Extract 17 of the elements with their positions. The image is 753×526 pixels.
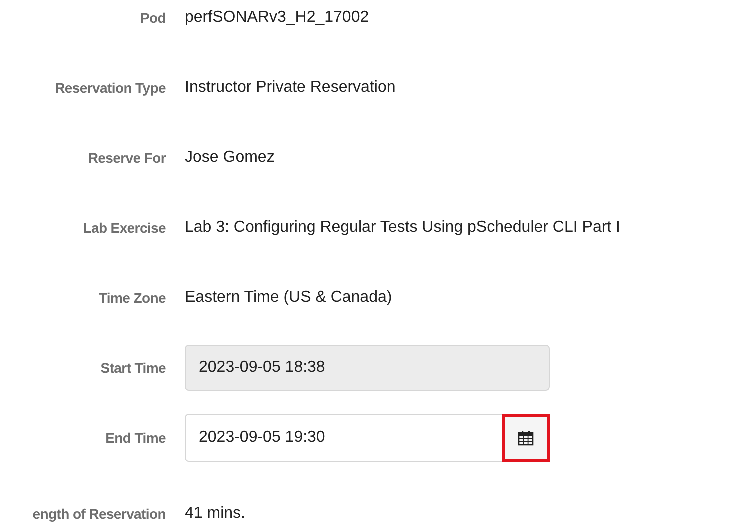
- field-label: Reservation Type: [55, 80, 166, 96]
- field-label: Start Time: [100, 360, 166, 376]
- field-value: Instructor Private Reservation: [185, 79, 396, 97]
- field-value: Lab 3: Configuring Regular Tests Using pScheduler CLI Part I: [185, 219, 620, 237]
- field-label: End Time: [106, 430, 166, 446]
- field-label: Lab Exercise: [83, 220, 166, 236]
- field-label: Time Zone: [98, 290, 166, 306]
- field-label: Pod: [140, 10, 166, 26]
- field-label: Reserve For: [88, 150, 166, 166]
- calendar-icon: [518, 430, 534, 446]
- field-value: Eastern Time (US & Canada): [185, 289, 392, 307]
- field-label: ength of Reservation: [32, 506, 166, 522]
- calendar-button[interactable]: [502, 414, 550, 462]
- field-value: Jose Gomez: [185, 149, 275, 167]
- field-value: 41 mins.: [185, 505, 246, 523]
- date-field[interactable]: 2023-09-05 19:30: [185, 414, 502, 462]
- field-value: perfSONARv3_H2_17002: [185, 9, 370, 27]
